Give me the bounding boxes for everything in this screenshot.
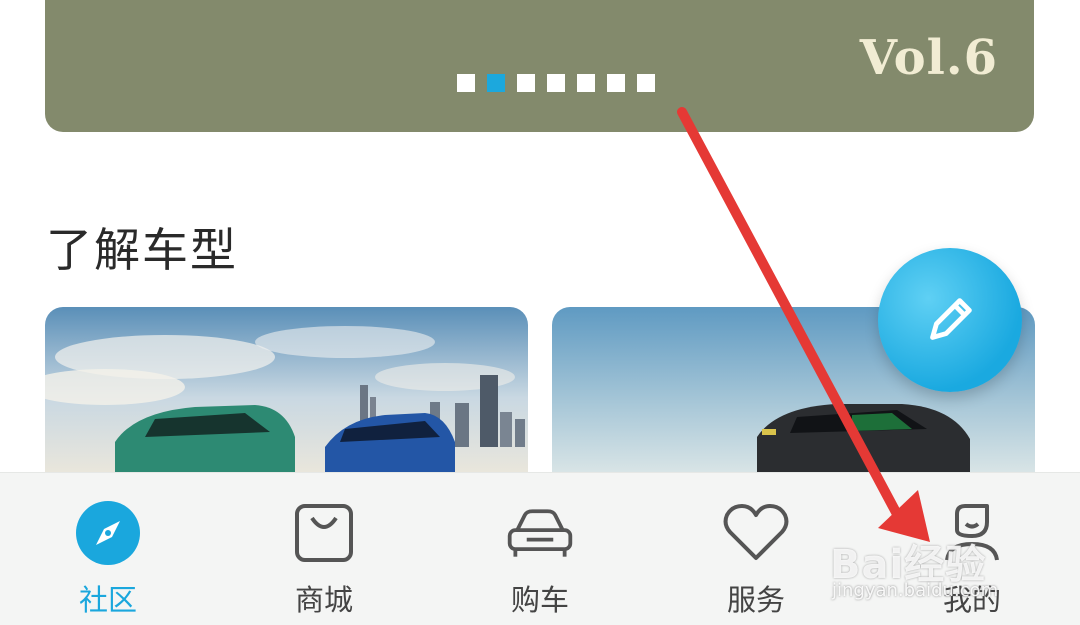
model-card-1-image [45, 307, 528, 472]
nav-community[interactable]: 社区 [0, 473, 216, 625]
carousel-dot-active[interactable] [487, 74, 505, 92]
compass-icon [72, 497, 144, 569]
nav-profile-label: 我的 [942, 583, 1001, 617]
heart-icon [720, 497, 792, 569]
bottom-nav: 社区 商城 购车 服务 我的 [0, 472, 1080, 625]
nav-shop[interactable]: 商城 [216, 473, 432, 625]
carousel-dot[interactable] [607, 74, 625, 92]
carousel-indicator [457, 74, 655, 92]
shopping-bag-icon [288, 497, 360, 569]
section-title: 了解车型 [46, 223, 238, 277]
carousel-dot[interactable] [517, 74, 535, 92]
pencil-icon [930, 298, 972, 340]
promo-banner[interactable]: Vol.6 [45, 0, 1034, 132]
carousel-dot[interactable] [577, 74, 595, 92]
user-icon [936, 497, 1008, 569]
app-screen: Vol.6 了解车型 社区 商城 购车 服务 我的 Bai经验 jingyan.… [0, 0, 1080, 625]
nav-shop-label: 商城 [294, 583, 353, 617]
car-icon [504, 497, 576, 569]
banner-vol-text: Vol.6 [859, 30, 998, 86]
model-card-1[interactable] [45, 307, 528, 472]
nav-community-label: 社区 [78, 583, 137, 617]
nav-service[interactable]: 服务 [648, 473, 864, 625]
nav-profile[interactable]: 我的 [864, 473, 1080, 625]
nav-buy-car-label: 购车 [510, 583, 569, 617]
nav-service-label: 服务 [726, 583, 785, 617]
carousel-dot[interactable] [547, 74, 565, 92]
compose-fab[interactable] [878, 248, 1022, 392]
carousel-dot[interactable] [637, 74, 655, 92]
carousel-dot[interactable] [457, 74, 475, 92]
nav-buy-car[interactable]: 购车 [432, 473, 648, 625]
